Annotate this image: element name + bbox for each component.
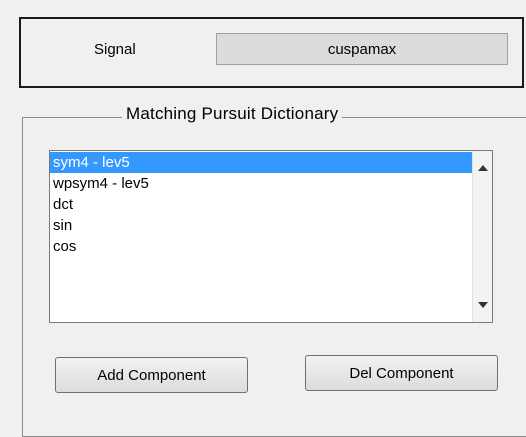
dictionary-list: sym4 - lev5 wpsym4 - lev5 dct sin cos xyxy=(50,152,472,257)
signal-label: Signal xyxy=(94,41,136,58)
dictionary-title: Matching Pursuit Dictionary xyxy=(122,103,343,125)
list-item[interactable]: sin xyxy=(50,215,472,236)
list-scrollbar[interactable] xyxy=(472,151,492,322)
scroll-up-arrow-icon[interactable] xyxy=(477,162,489,174)
add-component-button[interactable]: Add Component xyxy=(55,357,248,393)
del-component-button[interactable]: Del Component xyxy=(305,355,498,391)
signal-panel: Signal cuspamax xyxy=(19,17,524,88)
list-item[interactable]: sym4 - lev5 xyxy=(50,152,472,173)
list-item[interactable]: dct xyxy=(50,194,472,215)
list-item[interactable]: cos xyxy=(50,236,472,257)
list-item[interactable]: wpsym4 - lev5 xyxy=(50,173,472,194)
scroll-down-arrow-icon[interactable] xyxy=(477,299,489,311)
signal-value-field: cuspamax xyxy=(216,33,508,65)
dictionary-listbox[interactable]: sym4 - lev5 wpsym4 - lev5 dct sin cos xyxy=(49,150,493,323)
